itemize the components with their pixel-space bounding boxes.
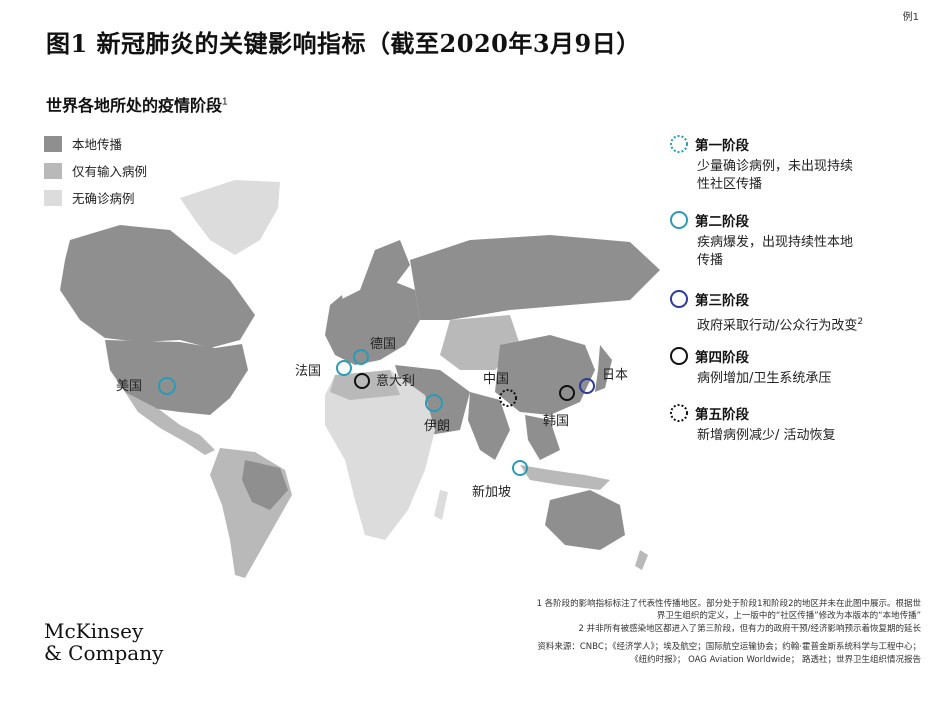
logo-line-1: McKinsey	[44, 619, 144, 643]
marker-france-phase2	[336, 360, 352, 376]
phase-4: 第四阶段 病例增加/卫生系统承压	[669, 346, 929, 388]
marker-usa-phase2	[158, 377, 176, 395]
phase-1-name: 第一阶段	[695, 138, 749, 154]
footnote-1-line-2: 界卫生组织的定义，上一版中的“社区传播”修改为本版本的“本地传播”	[656, 611, 921, 621]
phase-4-circle-icon	[670, 347, 688, 365]
phase-3-footnote-ref: 2	[857, 317, 864, 327]
phase-5-name: 第五阶段	[695, 407, 749, 423]
marker-japan-phase3	[579, 378, 595, 394]
phase-4-name: 第四阶段	[695, 350, 749, 366]
phase-5-dotted-circle-icon	[670, 404, 688, 422]
phase-1-desc: 少量确诊病例，未出现持续 性社区传播	[697, 158, 929, 194]
phase-1-desc-line: 少量确诊病例，未出现持续	[697, 159, 854, 174]
phase-2-desc: 疾病爆发，出现持续性本地 传播	[697, 234, 929, 270]
phase-5-desc-line: 新增病例减少/ 活动恢复	[697, 428, 836, 443]
phase-4-head: 第四阶段	[669, 346, 929, 366]
logo-line-2: & Company	[44, 641, 164, 665]
phase-1: 第一阶段 少量确诊病例，未出现持续 性社区传播	[669, 134, 929, 194]
phase-5-desc: 新增病例减少/ 活动恢复	[697, 427, 929, 445]
phase-3-circle-icon	[670, 290, 688, 308]
phase-2: 第二阶段 疾病爆发，出现持续性本地 传播	[669, 210, 929, 270]
phase-3-desc: 政府采取行动/公众行为改变2	[697, 313, 929, 335]
marker-china-phase5	[499, 389, 517, 407]
phase-3-head: 第三阶段	[669, 289, 929, 309]
phase-5: 第五阶段 新增病例减少/ 活动恢复	[669, 403, 929, 445]
marker-italy-phase4	[354, 373, 370, 389]
phase-2-name: 第二阶段	[695, 214, 749, 230]
mckinsey-logo: McKinsey & Company	[44, 620, 163, 664]
phase-3: 第三阶段 政府采取行动/公众行为改变2	[669, 289, 929, 335]
phase-2-head: 第二阶段	[669, 210, 929, 230]
phase-1-dotted-circle-icon	[670, 135, 688, 153]
footnote-1-line-1: 1 各阶段的影响指标标注了代表性传播地区。部分处于阶段1和阶段2的地区并未在此图…	[536, 599, 921, 609]
marker-germany-phase2	[353, 349, 369, 365]
marker-iran-phase2	[425, 394, 443, 412]
phase-2-circle-icon	[670, 211, 688, 229]
phase-1-head: 第一阶段	[669, 134, 929, 154]
marker-singapore-phase2	[512, 460, 528, 476]
phase-2-desc-line: 疾病爆发，出现持续性本地	[697, 235, 854, 250]
source-line-2: 《纽约时报》； OAG Aviation Worldwide； 路透社；世界卫生…	[630, 655, 921, 665]
phase-3-desc-line: 政府采取行动/公众行为改变	[697, 318, 858, 334]
source-line-1: 资料来源：CNBC；《经济学人》；埃及航空；国际航空运输协会；约翰·霍普金斯系统…	[537, 642, 921, 652]
phase-4-desc: 病例增加/卫生系统承压	[697, 370, 929, 388]
phase-2-desc-line: 传播	[697, 253, 724, 268]
marker-korea-phase4	[559, 385, 575, 401]
phase-1-desc-line: 性社区传播	[697, 177, 763, 192]
phase-3-name: 第三阶段	[695, 293, 749, 309]
phase-5-head: 第五阶段	[669, 403, 929, 423]
footnote-2: 2 并非所有被感染地区都进入了第三阶段，但有力的政府干预/经济影响预示着恢复期的…	[578, 624, 921, 634]
phase-4-desc-line: 病例增加/卫生系统承压	[697, 371, 832, 386]
